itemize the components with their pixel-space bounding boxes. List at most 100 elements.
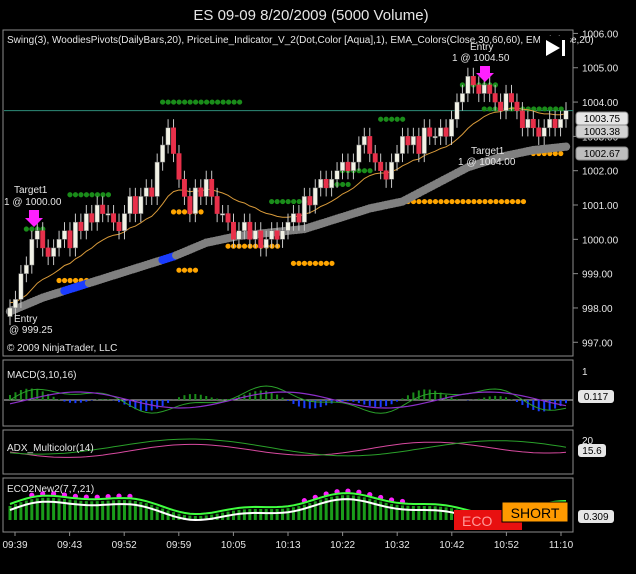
indicator-legend: Swing(3), WoodiesPivots(DailyBars,20), P… [7,35,594,46]
x-tick-label: 10:52 [494,540,519,551]
pivot-orange-dot [443,198,450,205]
price-badge-2: 1003.38 [584,127,621,138]
candle-down [247,221,253,240]
pivot-green-dot [78,192,84,198]
pivot-green-dot [274,198,280,205]
candle-down [149,187,155,197]
candle-up [18,273,24,300]
end-bar-icon[interactable] [562,40,565,56]
candle-up [356,144,362,163]
candle-down [132,196,138,214]
candle-down [476,84,482,94]
candle-down [427,127,433,137]
y-tick-label: 1001.00 [582,201,619,212]
y-tick-label: 1004.00 [582,98,619,109]
pivot-orange-dot [170,209,177,215]
chart-canvas: ES 09-09 8/20/2009 (5000 Volume) 1006.00… [2,7,629,551]
candle-down [498,101,504,111]
copyright-text: © 2009 NinjaTrader, LLC [7,343,117,354]
price-badge-1: 1003.75 [584,114,621,125]
candle-up [165,127,171,146]
ema20-line-layer [9,107,567,304]
pivot-orange-dot [307,260,313,266]
entry-short-label: Entry [470,42,493,53]
pivot-orange-dot [515,198,521,205]
candle-down [487,84,493,94]
adx-badge: 15.6 [582,446,602,457]
candle-down [225,213,231,223]
candle-up [394,153,400,163]
candle-up [23,264,29,274]
candle-up [410,136,416,146]
candle-down [258,230,264,249]
pivot-green-dot [176,99,182,105]
candle-down [405,136,411,146]
pivot-green-dot [198,99,204,105]
candle-up [449,118,454,137]
candle-down [470,76,476,86]
candle-up [432,136,438,139]
candle-up [154,161,160,197]
entry-short-price: 1 @ 1004.50 [452,53,510,64]
pivot-green-dot [345,181,351,188]
candle-down [552,118,558,129]
candle-down [307,196,313,206]
candle-down [111,213,117,223]
candle-up [241,221,247,231]
macd-badge: 0.117 [584,392,609,403]
candle-up [361,136,367,146]
pivot-green-dot [89,192,95,198]
candle-up [263,239,269,249]
trade-markers: Target1 1 @ 1000.00 Entry @ 999.25 Entry… [4,42,516,336]
pivot-green-dot [394,116,400,122]
candle-up [318,179,324,189]
pivot-green-dot [204,99,210,105]
pivot-orange-dot [181,209,188,215]
pivot-green-dot [280,198,286,205]
pivot-green-dot [193,99,199,105]
pivot-green-dot [105,192,112,198]
candle-up [503,93,509,111]
candle-down [372,153,378,163]
pivot-green-dot [23,226,29,232]
pivot-green-dot [361,168,368,174]
candle-down [443,127,449,137]
x-tick-label: 10:22 [330,540,355,551]
candle-up [481,84,487,94]
eco-signal-label: ECO [462,513,492,529]
x-tick-label: 10:42 [439,540,464,551]
target-short-price: 1 @ 1004.00 [458,157,516,168]
candle-up [459,93,465,103]
candle-up [34,230,40,240]
candle-up [56,239,62,249]
pivot-green-dot [400,116,406,122]
candle-up [547,118,553,129]
candle-up [280,230,285,240]
candle-down [78,221,84,231]
candle-up [13,299,18,309]
candle-down [536,127,542,137]
candle-down [209,179,215,197]
play-forward-button[interactable] [540,36,570,60]
pivot-green-dot [160,99,166,105]
candle-up [285,221,291,231]
candle-down [530,118,536,129]
macd-label: MACD(3,10,16) [7,370,76,381]
pivot-orange-dot [438,198,444,205]
pivot-green-dot [165,99,171,105]
price-y-axis: 1006.001005.001004.001003.001002.001001.… [573,29,619,349]
candle-down [514,101,520,111]
candle-down [187,196,193,214]
pivot-orange-dot [471,198,477,205]
x-tick-label: 11:10 [549,540,574,551]
short-signal-label: SHORT [511,505,560,521]
candle-down [274,230,280,240]
pivot-green-dot [389,116,395,122]
pivot-orange-dot [56,277,62,284]
pivot-green-dot [285,198,291,205]
y-tick-label: 1002.00 [582,167,619,178]
candle-up [83,213,89,231]
pivot-orange-dot [241,243,248,249]
pivot-orange-dot [504,198,510,205]
pivot-orange-dot [416,198,422,205]
